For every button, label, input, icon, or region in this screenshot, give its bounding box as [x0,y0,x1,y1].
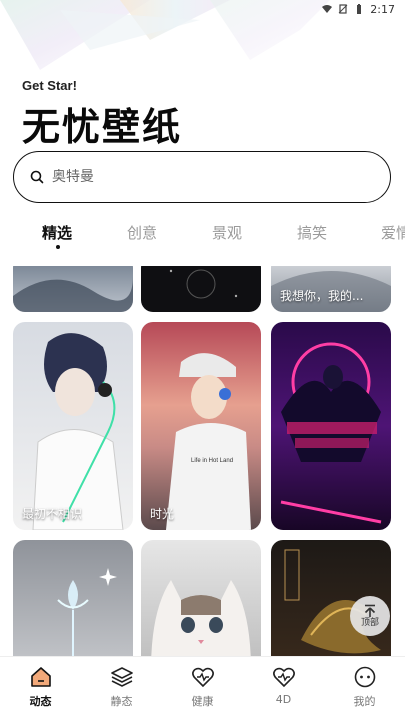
wallpaper-card[interactable] [141,540,261,656]
arrow-up-icon [364,604,376,617]
tab-creative[interactable]: 创意 [127,222,157,243]
nav-label: 4D [275,693,292,706]
wallpaper-thumbnail [169,269,238,299]
wallpaper-card[interactable] [13,540,133,656]
tab-landscape[interactable]: 景观 [212,222,242,243]
nav-label: 健康 [191,695,214,708]
app-tagline: Get Star! [22,78,77,93]
tab-love[interactable]: 爱情 [381,222,405,243]
tab-featured[interactable]: 精选 [42,222,72,243]
heart-pulse-icon [191,667,214,688]
wallpaper-card[interactable]: 最初不相识 [13,322,133,530]
nav-label: 我的 [353,695,376,708]
category-tabs: 精选 创意 景观 搞笑 爱情 [0,218,405,252]
status-bar: 2:17 [0,0,405,18]
home-icon [30,667,51,687]
wallpaper-title: 最初不相识 [22,507,83,521]
wallpaper-card[interactable]: Life in Hot Land 时光 [141,322,261,530]
nav-mine[interactable]: 我的 [324,657,405,720]
back-to-top-button[interactable]: 顶部 [350,596,390,636]
app-title: 无忧壁纸 [22,105,183,149]
back-to-top-label: 顶部 [360,618,379,628]
search-bar[interactable] [13,151,391,203]
nav-label: 动态 [29,695,52,708]
wallpaper-card[interactable] [13,266,133,312]
nav-dynamic[interactable]: 动态 [0,657,81,720]
face-icon [354,666,375,688]
no-sim-icon [338,4,348,14]
wallpaper-thumbnail [280,342,382,524]
clock-time: 2:17 [370,2,395,16]
wallpaper-thumbnail [32,333,124,530]
wallpaper-thumbnail: Life in Hot Land [166,353,251,530]
search-icon [30,170,44,184]
wallpaper-grid: 我想你，我的... 最初不相识 Life in Hot Land 时光 [0,266,405,656]
svg-text:Life in Hot Land: Life in Hot Land [191,458,233,464]
bottom-navigation: 动态 静态 健康 4D 我的 [0,656,405,720]
wallpaper-thumbnail [151,580,251,656]
nav-static[interactable]: 静态 [81,657,162,720]
wallpaper-title: 时光 [150,507,175,521]
tab-funny[interactable]: 搞笑 [297,222,327,243]
wallpaper-title: 我想你，我的... [280,289,364,303]
wallpaper-thumbnail [13,276,133,312]
wallpaper-thumbnail [57,568,117,656]
nav-label: 静态 [110,695,133,708]
wallpaper-card[interactable] [141,266,261,312]
wallpaper-card[interactable] [271,322,391,530]
wifi-icon [322,5,333,13]
layers-icon [110,667,133,687]
heart-pulse-icon [272,667,295,688]
active-tab-indicator [56,245,60,249]
nav-4d[interactable]: 4D [243,657,324,720]
nav-health[interactable]: 健康 [162,657,243,720]
search-input[interactable] [52,169,352,185]
battery-icon [357,4,362,14]
wallpaper-card[interactable]: 我想你，我的... [271,266,391,312]
